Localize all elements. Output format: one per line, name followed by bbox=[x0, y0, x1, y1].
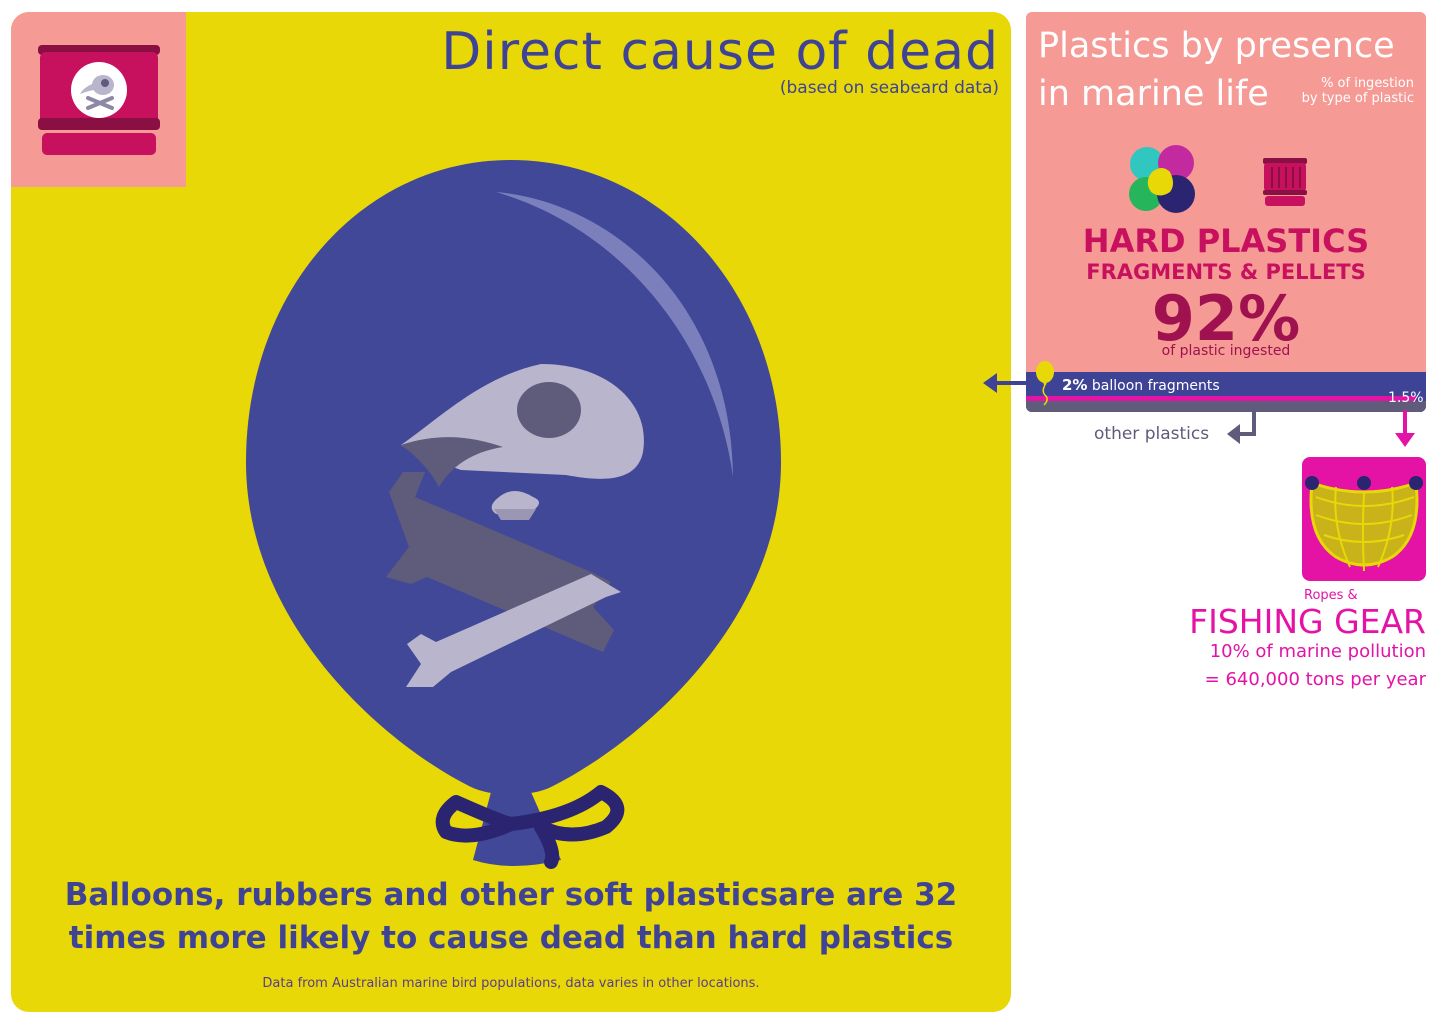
arrow-down-icon bbox=[1395, 410, 1415, 447]
other-plastics-label: other plastics bbox=[1094, 424, 1210, 444]
fishing-net-icon bbox=[1305, 476, 1423, 572]
fishing-gear-title: FISHING GEAR bbox=[1189, 602, 1426, 641]
fishing-gear-line-1: 10% of marine pollution bbox=[1209, 641, 1426, 662]
ropes-label: Ropes & bbox=[1304, 588, 1358, 603]
fishing-net-box bbox=[1302, 457, 1426, 581]
other-plastics-arrow bbox=[1227, 412, 1256, 444]
arrow-left-icon bbox=[983, 373, 1032, 393]
connector-arrows bbox=[983, 373, 1415, 447]
fishing-gear-line-2: = 640,000 tons per year bbox=[1204, 669, 1426, 690]
